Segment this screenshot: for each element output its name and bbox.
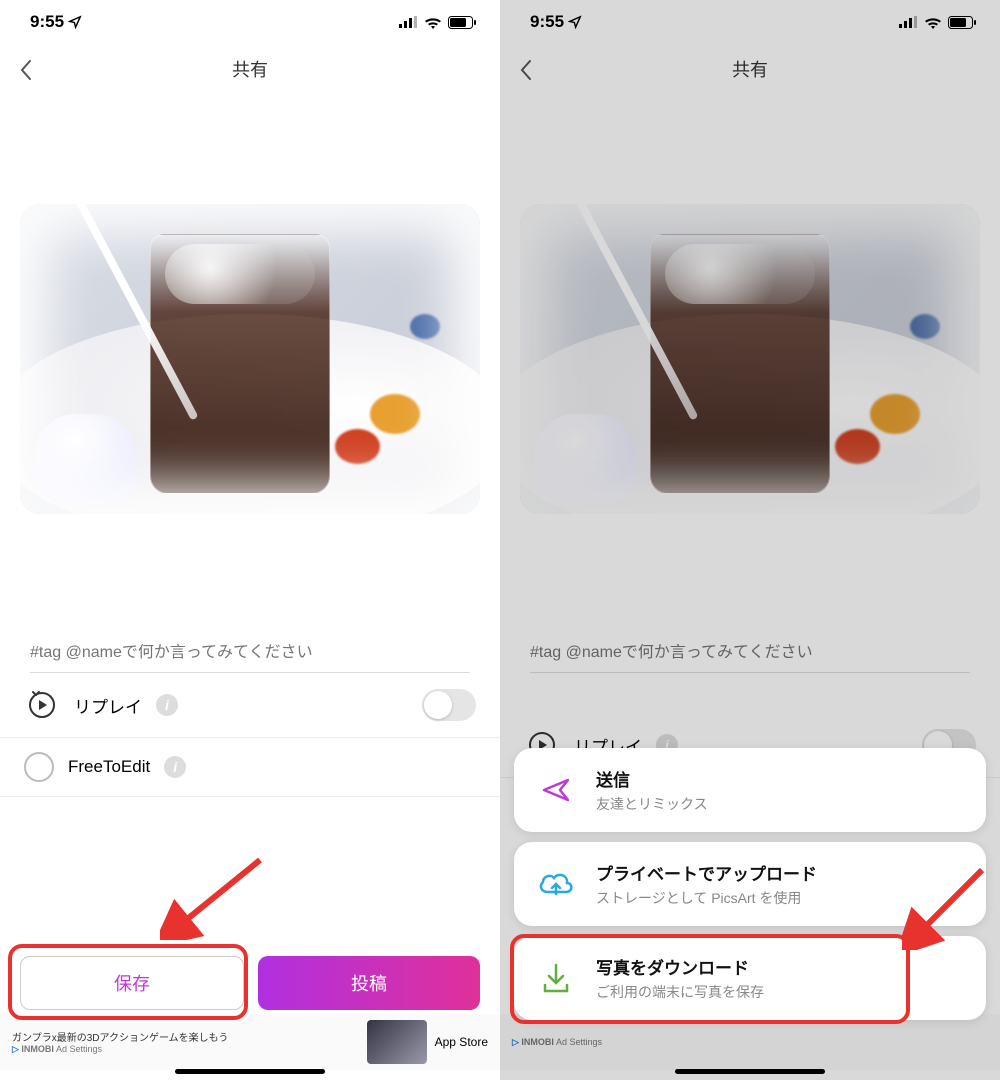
location-icon: [568, 15, 582, 29]
action-buttons: 保存 投稿: [20, 956, 480, 1010]
sheet-private-sub: ストレージとして PicsArt を使用: [596, 888, 817, 908]
sheet-private-title: プライベートでアップロード: [596, 860, 817, 885]
status-bar: 9:55: [0, 0, 500, 44]
battery-icon: [948, 16, 976, 29]
download-icon: [534, 956, 578, 1000]
status-bar: 9:55: [500, 0, 1000, 44]
ad-banner[interactable]: ガンプラx最新の3Dアクションゲームを楽しもう ▷ INMOBI Ad Sett…: [0, 1014, 500, 1070]
sheet-download-sub: ご利用の端末に写真を保存: [596, 982, 764, 1002]
page-title: 共有: [232, 56, 268, 82]
location-icon: [68, 15, 82, 29]
replay-icon: [24, 687, 60, 723]
caption-input[interactable]: [30, 644, 470, 673]
home-indicator[interactable]: [675, 1069, 825, 1074]
sheet-download-title: 写真をダウンロード: [596, 954, 764, 979]
cloud-upload-icon: [534, 862, 578, 906]
ad-banner[interactable]: ▷ INMOBI Ad Settings: [500, 1014, 1000, 1070]
back-button[interactable]: [518, 58, 534, 87]
annotation-arrow: [160, 850, 270, 940]
sheet-send-sub: 友達とリミックス: [596, 794, 708, 814]
post-button[interactable]: 投稿: [258, 956, 480, 1010]
sheet-send-title: 送信: [596, 766, 708, 791]
photo-preview: [520, 204, 980, 514]
save-action-sheet: 送信 友達とリミックス プライベートでアップロード ストレージとして PicsA…: [514, 748, 986, 1020]
freetoedit-label: FreeToEdit: [68, 757, 150, 777]
battery-icon: [448, 16, 476, 29]
signal-icon: [899, 16, 918, 28]
sheet-private-upload[interactable]: プライベートでアップロード ストレージとして PicsArt を使用: [514, 842, 986, 926]
status-indicators: [899, 16, 976, 29]
photo-preview: [20, 204, 480, 514]
wifi-icon: [924, 16, 942, 29]
page-title: 共有: [732, 56, 768, 82]
status-time: 9:55: [530, 12, 564, 32]
replay-option[interactable]: リプレイ i: [0, 673, 500, 738]
back-button[interactable]: [18, 58, 34, 87]
wifi-icon: [424, 16, 442, 29]
sheet-download[interactable]: 写真をダウンロード ご利用の端末に写真を保存: [514, 936, 986, 1020]
info-icon[interactable]: i: [164, 756, 186, 778]
app-store-badge[interactable]: App Store: [435, 1035, 488, 1049]
status-indicators: [399, 16, 476, 29]
status-time: 9:55: [30, 12, 64, 32]
caption-input[interactable]: [530, 644, 970, 673]
ad-thumbnail: [367, 1020, 427, 1064]
replay-toggle[interactable]: [422, 689, 476, 721]
nav-bar: 共有: [500, 44, 1000, 94]
home-indicator[interactable]: [175, 1069, 325, 1074]
replay-label: リプレイ: [74, 693, 142, 718]
nav-bar: 共有: [0, 44, 500, 94]
ad-headline: ガンプラx最新の3Dアクションゲームを楽しもう: [12, 1029, 359, 1044]
phone-left: 9:55 共有 リプレイ i FreeToEdit: [0, 0, 500, 1080]
sheet-send[interactable]: 送信 友達とリミックス: [514, 748, 986, 832]
radio-icon[interactable]: [24, 752, 54, 782]
signal-icon: [399, 16, 418, 28]
save-button[interactable]: 保存: [20, 956, 244, 1010]
send-icon: [534, 768, 578, 812]
freetoedit-option[interactable]: FreeToEdit i: [0, 738, 500, 797]
phone-right: 9:55 共有 リプレイ i: [500, 0, 1000, 1080]
info-icon[interactable]: i: [156, 694, 178, 716]
